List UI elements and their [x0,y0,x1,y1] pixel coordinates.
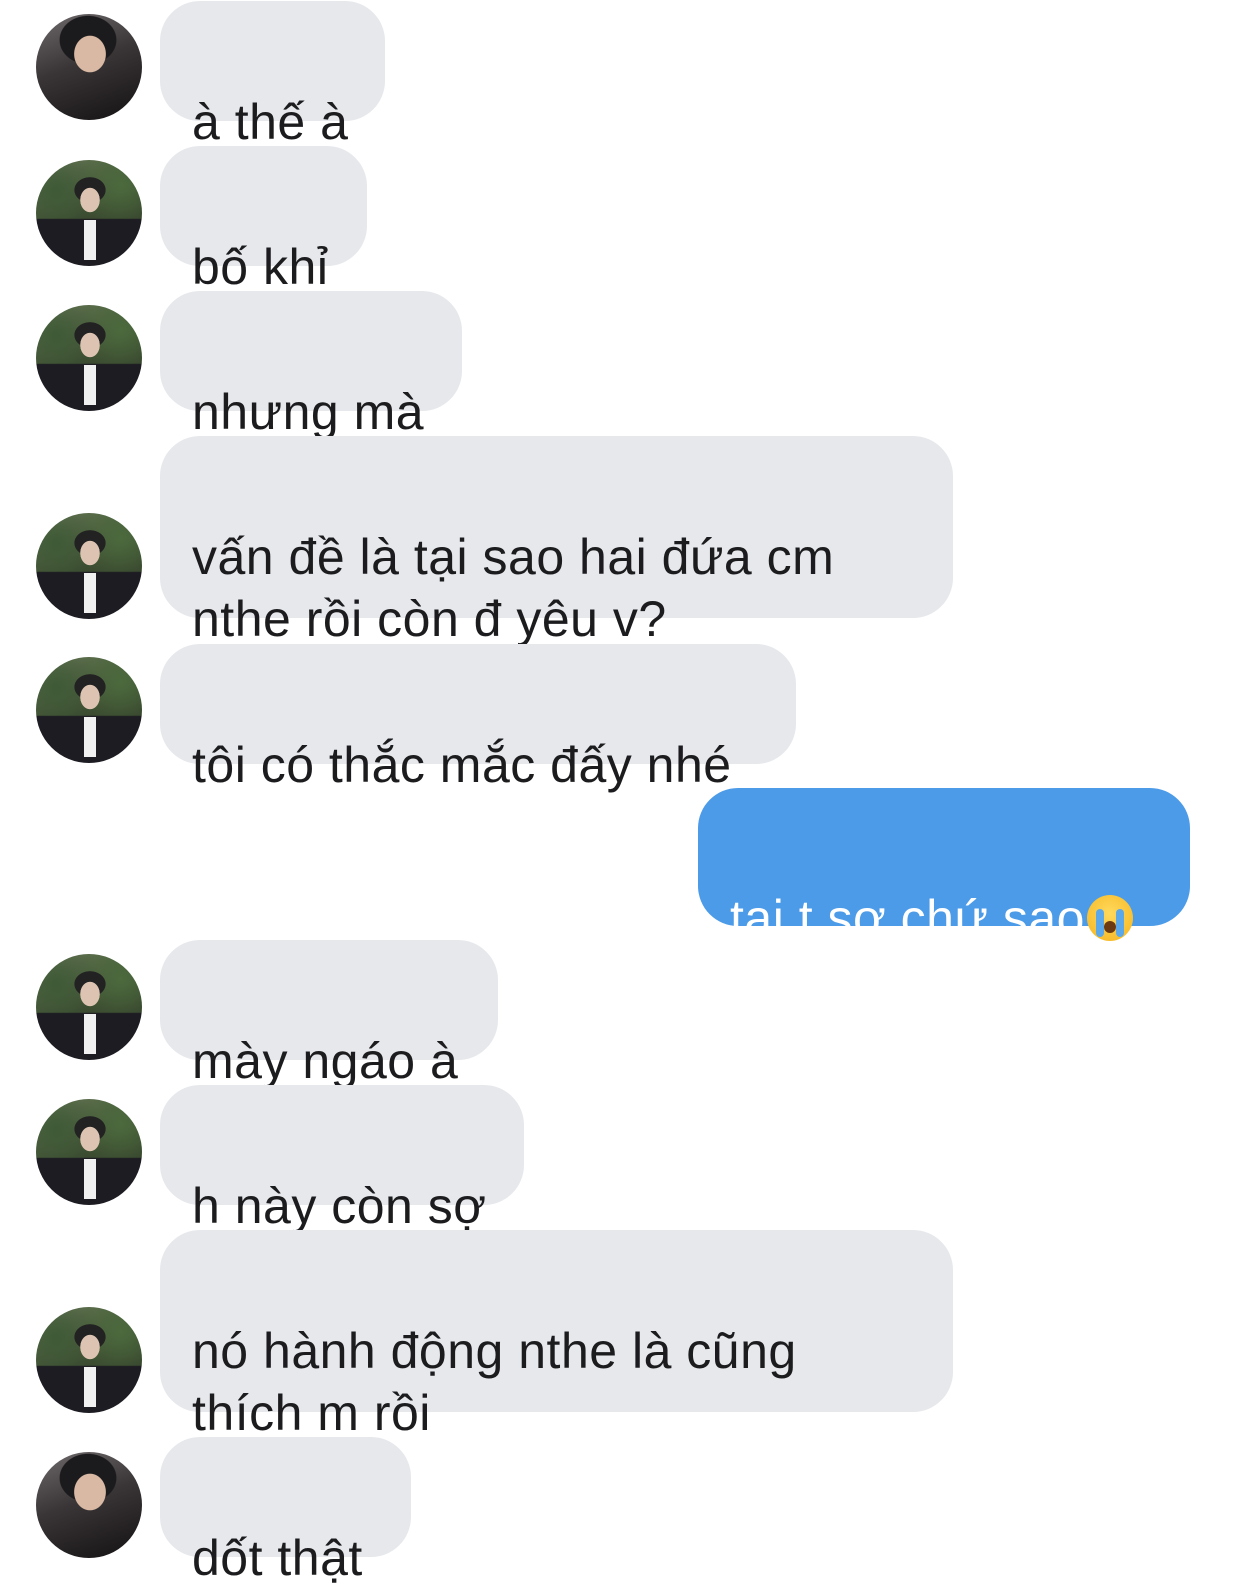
incoming-message-bubble[interactable]: tôi có thắc mắc đấy nhé [160,644,796,793]
message-text: tại t sợ chứ sao [730,890,1085,946]
message-text: à thế à [192,94,349,150]
incoming-message-bubble[interactable]: nhưng mà [160,291,462,440]
loudly-crying-face-icon [1086,895,1133,941]
sender-avatar[interactable] [36,954,142,1060]
message-text: h này còn sợ [192,1178,487,1234]
sender-avatar[interactable] [36,513,142,619]
message-text: nó hành động nthe là cũng thích m rồi [192,1323,797,1441]
incoming-message-bubble[interactable]: à thế à [160,1,385,150]
sender-avatar[interactable] [36,657,142,763]
sender-avatar[interactable] [36,160,142,266]
sender-avatar[interactable] [36,1307,142,1413]
chat-thread[interactable]: à thế à bố khỉ nhưng mà vấn đề là tại sa… [0,0,1242,1588]
message-text: nhưng mà [192,384,425,440]
incoming-message-bubble[interactable]: vấn đề là tại sao hai đứa cm nthe rồi cò… [160,436,953,647]
sender-avatar[interactable] [36,1099,142,1205]
incoming-message-bubble[interactable]: bố khỉ [160,146,367,295]
message-text: vấn đề là tại sao hai đứa cm nthe rồi cò… [192,529,835,647]
message-text: mày ngáo à [192,1033,459,1089]
sender-avatar[interactable] [36,14,142,120]
sender-avatar[interactable] [36,1452,142,1558]
outgoing-message-bubble[interactable]: tại t sợ chứ sao [698,788,1190,946]
incoming-message-bubble[interactable]: h này còn sợ [160,1085,524,1234]
incoming-message-bubble[interactable]: nó hành động nthe là cũng thích m rồi [160,1230,953,1441]
sender-avatar[interactable] [36,305,142,411]
incoming-message-bubble[interactable]: dốt thật [160,1437,411,1586]
message-text: bố khỉ [192,239,329,295]
incoming-message-bubble[interactable]: mày ngáo à [160,940,498,1089]
message-text: tôi có thắc mắc đấy nhé [192,737,732,793]
message-text: dốt thật [192,1530,363,1586]
